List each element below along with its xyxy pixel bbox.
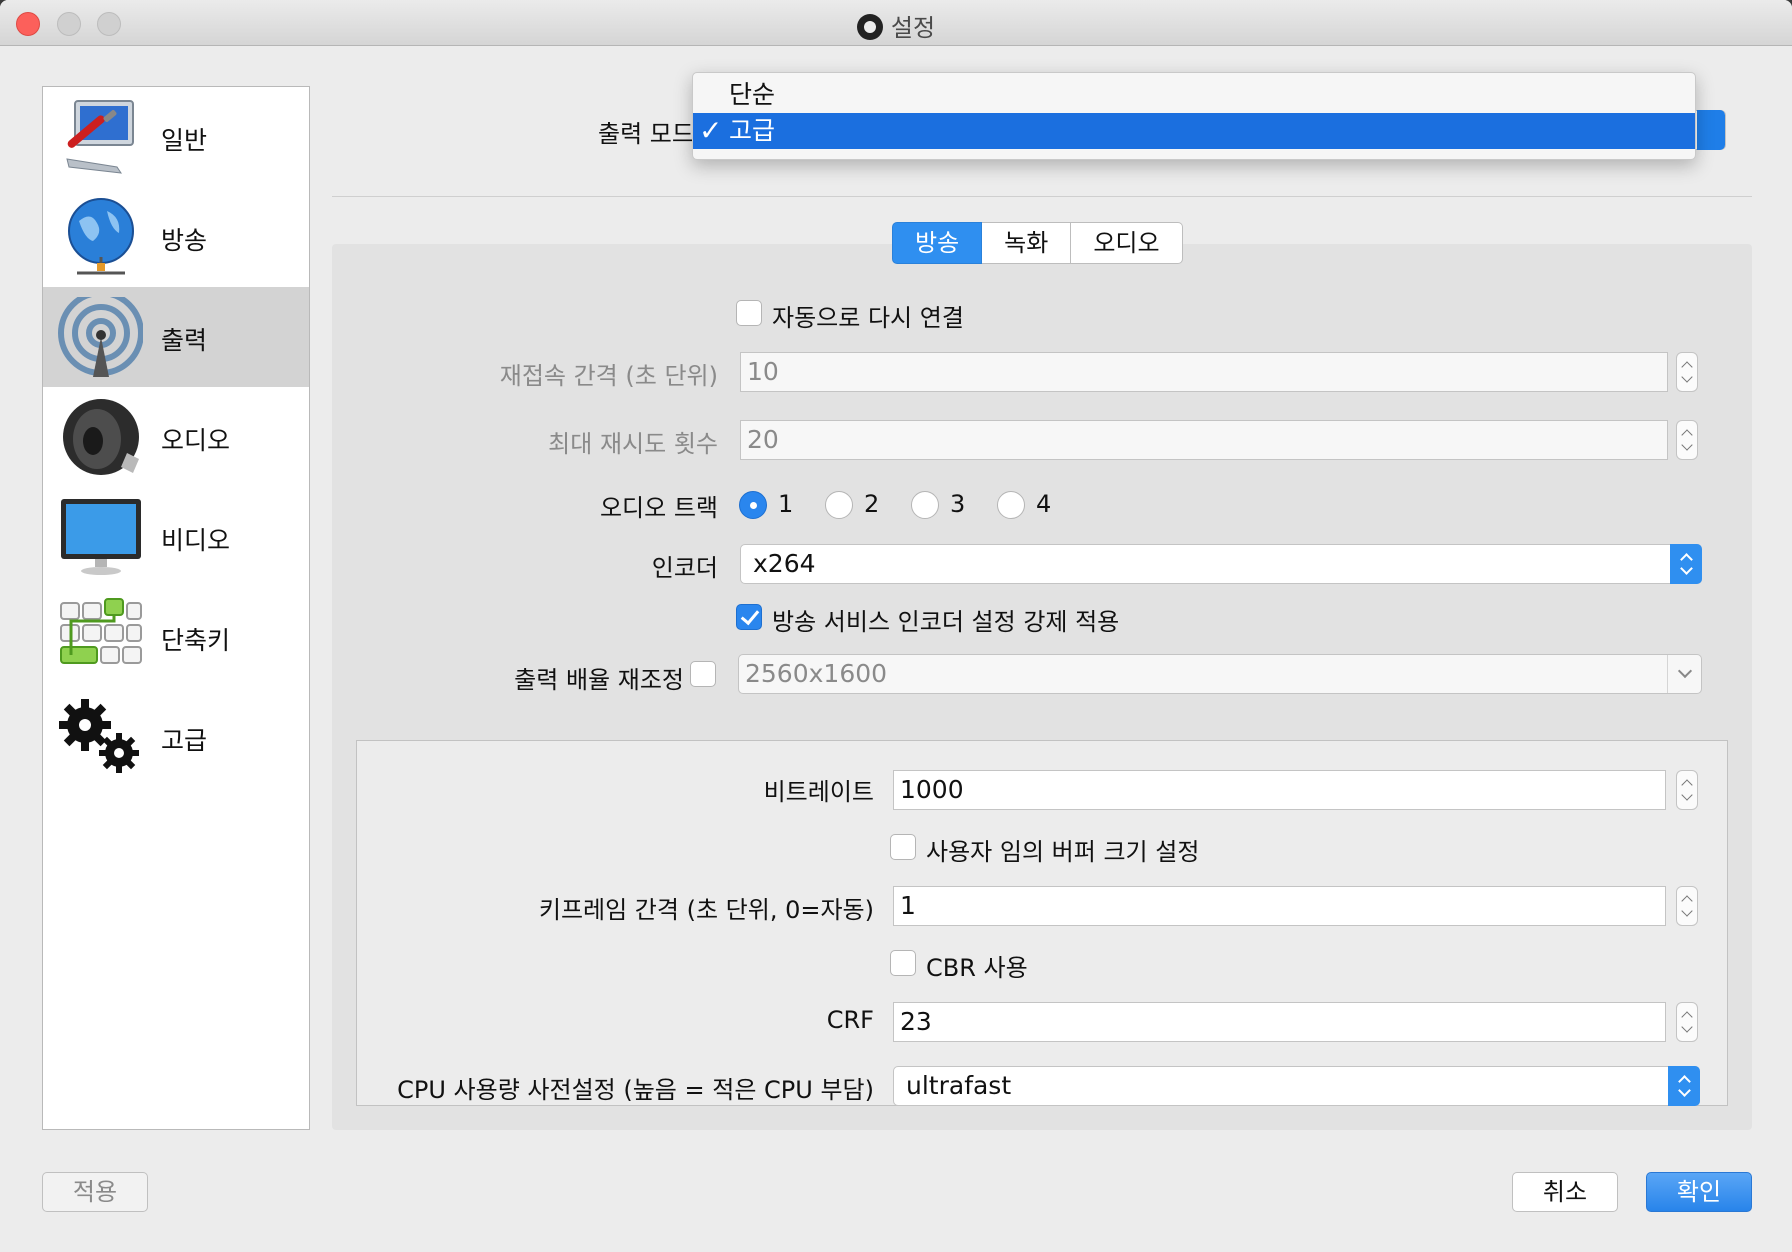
bitrate-input[interactable]: 1000	[893, 770, 1666, 810]
custom-buffer-checkbox[interactable]	[890, 834, 916, 860]
rescale-label: 출력 배율 재조정	[514, 666, 684, 694]
chevron-down-icon	[1667, 655, 1701, 693]
dropdown-option-simple[interactable]: 단순	[693, 77, 1695, 113]
retry-delay-label: 재접속 간격 (초 단위)	[499, 362, 718, 390]
sidebar-item-advanced[interactable]: 고급	[43, 687, 309, 787]
audio-track-label: 오디오 트랙	[599, 494, 718, 522]
crf-input[interactable]: 23	[893, 1002, 1666, 1042]
settings-window: 설정 일반 방송 출력 오디오 비디오 단축키 고급 출력 모드 단순 ✓ 고급…	[0, 0, 1792, 1252]
globe-icon	[68, 198, 134, 275]
retry-delay-stepper[interactable]	[1676, 352, 1698, 392]
title-bar: 설정	[0, 0, 1792, 46]
keyframe-interval-stepper[interactable]	[1676, 886, 1698, 926]
enforce-encoder-checkbox[interactable]	[736, 604, 762, 630]
sidebar-item-audio[interactable]: 오디오	[43, 387, 309, 487]
sidebar-item-label: 고급	[161, 726, 208, 755]
audio-track-radio-2[interactable]	[825, 491, 853, 519]
audio-track-option-label: 2	[864, 490, 880, 518]
encoder-select[interactable]: x264	[740, 544, 1702, 584]
obs-logo-icon	[856, 14, 883, 40]
enforce-encoder-label: 방송 서비스 인코더 설정 강제 적용	[772, 608, 1120, 636]
cbr-checkbox[interactable]	[890, 950, 916, 976]
broadcast-icon	[58, 297, 143, 377]
retry-delay-input[interactable]: 10	[740, 352, 1668, 392]
audio-track-radio-4[interactable]	[997, 491, 1025, 519]
ok-button[interactable]: 확인	[1646, 1172, 1752, 1212]
keyframe-interval-input[interactable]: 1	[893, 886, 1666, 926]
audio-track-option-label: 4	[1036, 490, 1052, 518]
keyframe-interval-label: 키프레임 간격 (초 단위, 0=자동)	[538, 896, 874, 924]
speaker-icon	[63, 399, 139, 475]
dropdown-option-advanced[interactable]: ✓ 고급	[693, 113, 1695, 149]
option-label: 단순	[729, 80, 776, 109]
select-arrows-icon	[1697, 110, 1725, 150]
sidebar-item-hotkeys[interactable]: 단축키	[43, 587, 309, 687]
audio-track-option-label: 1	[778, 490, 794, 518]
max-retries-stepper[interactable]	[1676, 420, 1698, 460]
gears-icon	[59, 699, 139, 773]
apply-button[interactable]: 적용	[42, 1172, 148, 1212]
select-arrows-icon	[1668, 1066, 1700, 1106]
max-retries-input[interactable]: 20	[740, 420, 1668, 460]
tab-audio[interactable]: 오디오	[1071, 222, 1183, 264]
sidebar-item-video[interactable]: 비디오	[43, 487, 309, 587]
tab-stream[interactable]: 방송	[892, 222, 983, 264]
separator	[332, 196, 1752, 197]
cpu-preset-select[interactable]: ultrafast	[893, 1066, 1700, 1106]
crf-label: CRF	[826, 1006, 874, 1034]
audio-track-radio-1[interactable]	[739, 491, 767, 519]
sidebar-item-label: 일반	[161, 126, 208, 155]
cbr-label: CBR 사용	[926, 954, 1028, 982]
option-label: 고급	[729, 116, 776, 145]
tab-recording[interactable]: 녹화	[982, 222, 1072, 264]
encoder-value: x264	[753, 549, 816, 578]
settings-sidebar: 일반 방송 출력 오디오 비디오 단축키 고급	[42, 86, 310, 1130]
bitrate-stepper[interactable]	[1676, 770, 1698, 810]
sidebar-item-general[interactable]: 일반	[43, 87, 309, 187]
audio-track-radio-3[interactable]	[911, 491, 939, 519]
rescale-checkbox[interactable]	[690, 661, 716, 687]
sidebar-item-label: 오디오	[161, 426, 231, 455]
sidebar-item-label: 출력	[161, 326, 208, 355]
general-settings-icon	[66, 100, 134, 174]
max-retries-label: 최대 재시도 횟수	[548, 430, 718, 458]
cpu-preset-label: CPU 사용량 사전설정 (높음 = 적은 CPU 부담)	[397, 1076, 874, 1104]
cancel-button[interactable]: 취소	[1512, 1172, 1618, 1212]
custom-buffer-label: 사용자 임의 버퍼 크기 설정	[926, 838, 1200, 866]
select-arrows-icon	[1670, 544, 1702, 584]
monitor-icon	[61, 499, 141, 575]
auto-reconnect-checkbox[interactable]	[736, 300, 762, 326]
checkmark-icon: ✓	[699, 114, 723, 147]
window-title-text: 설정	[890, 14, 936, 42]
auto-reconnect-label: 자동으로 다시 연결	[772, 304, 964, 332]
bitrate-label: 비트레이트	[763, 778, 874, 806]
keyboard-icon	[60, 598, 142, 664]
output-tabs: 방송 녹화 오디오	[892, 222, 1183, 264]
window-title: 설정	[0, 8, 1792, 43]
rescale-resolution-combo[interactable]: 2560x1600	[738, 654, 1702, 694]
encoder-label: 인코더	[651, 554, 718, 582]
sidebar-item-stream[interactable]: 방송	[43, 187, 309, 287]
sidebar-item-label: 비디오	[161, 526, 231, 555]
output-mode-dropdown: 단순 ✓ 고급	[692, 72, 1696, 160]
sidebar-item-label: 방송	[161, 226, 208, 255]
sidebar-item-label: 단축키	[161, 626, 231, 655]
output-mode-label: 출력 모드	[598, 120, 694, 148]
audio-track-option-label: 3	[950, 490, 966, 518]
crf-stepper[interactable]	[1676, 1002, 1698, 1042]
cpu-preset-value: ultrafast	[906, 1071, 1012, 1100]
sidebar-item-output[interactable]: 출력	[43, 287, 309, 387]
rescale-value: 2560x1600	[745, 659, 888, 688]
